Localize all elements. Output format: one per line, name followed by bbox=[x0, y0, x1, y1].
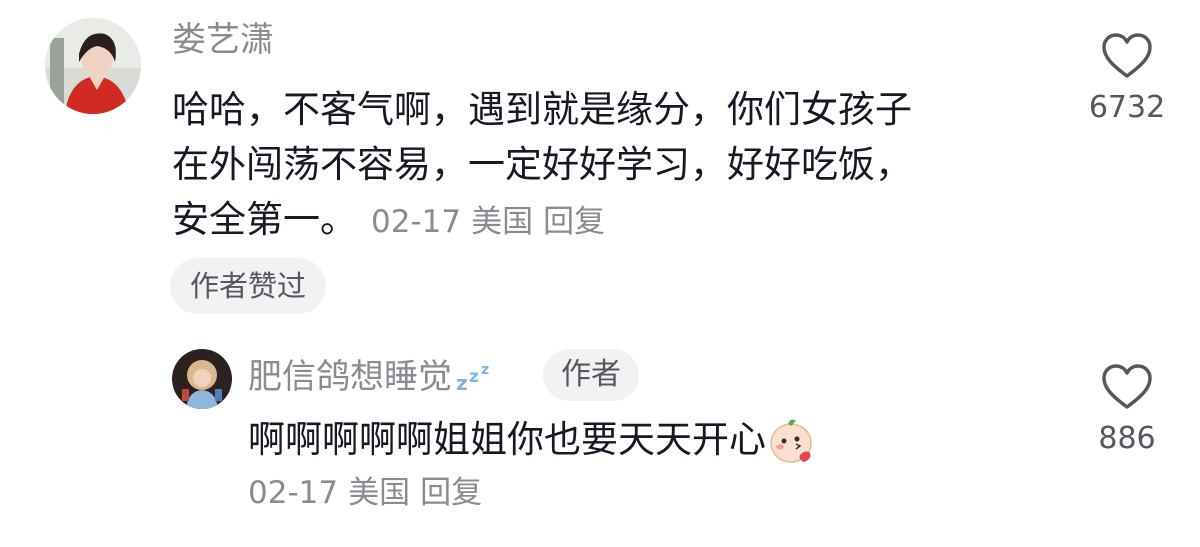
comment-text-line-end: 安全第一。 bbox=[172, 198, 357, 241]
svg-text:z: z bbox=[469, 367, 479, 387]
reply-date: 02-17 bbox=[248, 475, 339, 511]
avatar-child-image bbox=[172, 349, 232, 409]
comment-text: 哈哈，不客气啊，遇到就是缘分，你们女孩子 在外闯荡不容易，一定好好学习，好好吃饭… bbox=[172, 82, 912, 250]
heart-icon[interactable] bbox=[1100, 32, 1154, 80]
comment-meta: 02-17 美国 回复 bbox=[371, 204, 615, 240]
like-group: 6732 bbox=[1082, 32, 1172, 125]
reply-meta: 02-17 美国 回复 bbox=[248, 473, 492, 513]
comment-text-line: 哈哈，不客气啊，遇到就是缘分，你们女孩子 bbox=[172, 88, 912, 131]
reply-username[interactable]: 肥信鸽想睡觉 bbox=[248, 357, 452, 397]
svg-text:z: z bbox=[456, 371, 468, 394]
zzz-sleep-icon: z z z bbox=[456, 362, 489, 394]
reply-location: 美国 bbox=[348, 475, 411, 511]
user-avatar[interactable] bbox=[45, 18, 141, 114]
reply-username-row: 肥信鸽想睡觉 z z z bbox=[248, 357, 500, 397]
reply-text: 啊啊啊啊啊姐姐你也要天天开心 bbox=[248, 412, 816, 467]
reply-like-group: 886 bbox=[1082, 363, 1172, 456]
blush-emoji bbox=[770, 419, 812, 463]
avatar-woman-image bbox=[45, 18, 141, 114]
like-count: 6732 bbox=[1088, 90, 1166, 125]
reply-text-content: 啊啊啊啊啊姐姐你也要天天开心 bbox=[248, 418, 766, 461]
author-badge: 作者 bbox=[543, 349, 639, 401]
reply-user-avatar[interactable] bbox=[172, 349, 232, 409]
reply-button[interactable]: 回复 bbox=[543, 204, 605, 240]
comment-text-line: 在外闯荡不容易，一定好好学习，好好吃饭， bbox=[172, 143, 912, 186]
comment-date: 02-17 bbox=[371, 204, 462, 240]
author-liked-badge: 作者赞过 bbox=[170, 258, 327, 314]
reply-reply-button[interactable]: 回复 bbox=[420, 475, 482, 511]
comment-location: 美国 bbox=[471, 204, 534, 240]
comment-username[interactable]: 娄艺潇 bbox=[172, 20, 274, 60]
svg-text:z: z bbox=[481, 362, 489, 378]
comment-text-line: 安全第一。 02-17 美国 回复 bbox=[172, 192, 912, 250]
reply-like-count: 886 bbox=[1098, 421, 1156, 456]
heart-icon[interactable] bbox=[1100, 363, 1154, 411]
